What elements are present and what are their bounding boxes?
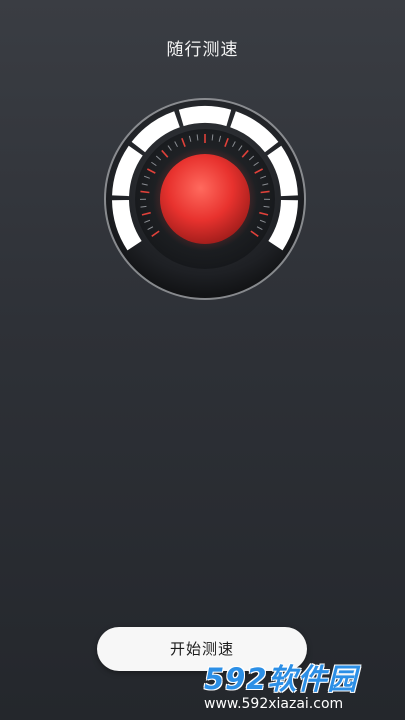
page-title: 随行测速	[166, 40, 239, 60]
watermark-url: www.592xiazai.com	[204, 696, 344, 712]
speedometer-graphic	[104, 98, 306, 300]
gauge-tick	[140, 190, 150, 194]
speedometer-gauge	[103, 97, 307, 301]
watermark-logo: 592软件园 www.592xiazai.com	[200, 656, 405, 720]
gauge-center-ball	[160, 154, 250, 244]
gauge-tick	[260, 190, 270, 194]
watermark-brand: 592软件园	[204, 662, 358, 696]
